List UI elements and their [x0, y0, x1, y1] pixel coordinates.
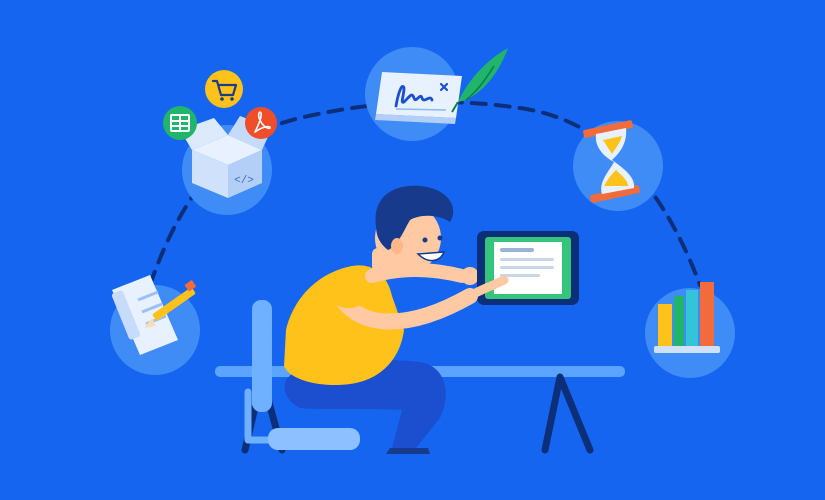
chart-bar-4 — [700, 282, 714, 346]
box-code-glyph: </> — [234, 175, 254, 187]
signature-card-icon — [375, 72, 462, 124]
chart-bar-3 — [686, 290, 698, 346]
spreadsheet-icon — [163, 106, 197, 140]
illustration-scene: </> — [0, 0, 825, 500]
chart-bar-1 — [658, 304, 672, 346]
chart-bar-2 — [674, 296, 684, 346]
pdf-icon — [245, 107, 277, 139]
tablet — [477, 231, 579, 305]
shopping-cart-icon — [205, 70, 243, 108]
